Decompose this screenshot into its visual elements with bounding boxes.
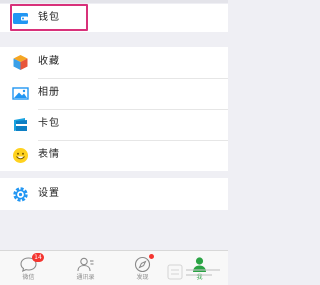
tab-label: 发现 — [136, 274, 149, 281]
menu-item-label: 设置 — [38, 188, 60, 199]
tab-discover[interactable]: 发现 — [114, 251, 171, 285]
tab-label: 微信 — [22, 274, 35, 281]
tab-label: 通讯录 — [76, 274, 95, 281]
menu-item-stickers[interactable]: 表情 — [0, 140, 228, 171]
unread-count-badge: 14 — [32, 253, 44, 262]
menu-item-label: 表情 — [38, 149, 60, 160]
menu-item-favorites[interactable]: 收藏 — [0, 47, 228, 78]
watermark-logo — [167, 264, 220, 280]
me-page: 钱包 收藏 相册 卡包 表情 设置 14 微信 通讯录 发现 我 — [0, 0, 228, 285]
main-section: 收藏 相册 卡包 表情 — [0, 47, 228, 171]
menu-item-album[interactable]: 相册 — [0, 78, 228, 109]
favorites-cube-icon — [12, 54, 29, 71]
tab-contacts[interactable]: 通讯录 — [57, 251, 114, 285]
settings-gear-icon — [12, 186, 29, 203]
new-content-dot — [149, 254, 154, 259]
card-package-icon — [12, 116, 29, 133]
settings-section: 设置 — [0, 178, 228, 210]
contacts-icon — [76, 256, 95, 273]
menu-item-label: 收藏 — [38, 56, 60, 67]
menu-item-label: 相册 — [38, 87, 60, 98]
menu-item-label: 卡包 — [38, 118, 60, 129]
menu-item-card[interactable]: 卡包 — [0, 109, 228, 140]
sticker-smiley-icon — [12, 147, 29, 164]
top-strip — [0, 0, 228, 3]
menu-item-settings[interactable]: 设置 — [0, 178, 228, 210]
highlight-box — [10, 4, 88, 31]
album-picture-icon — [12, 85, 29, 102]
tab-chats[interactable]: 14 微信 — [0, 251, 57, 285]
